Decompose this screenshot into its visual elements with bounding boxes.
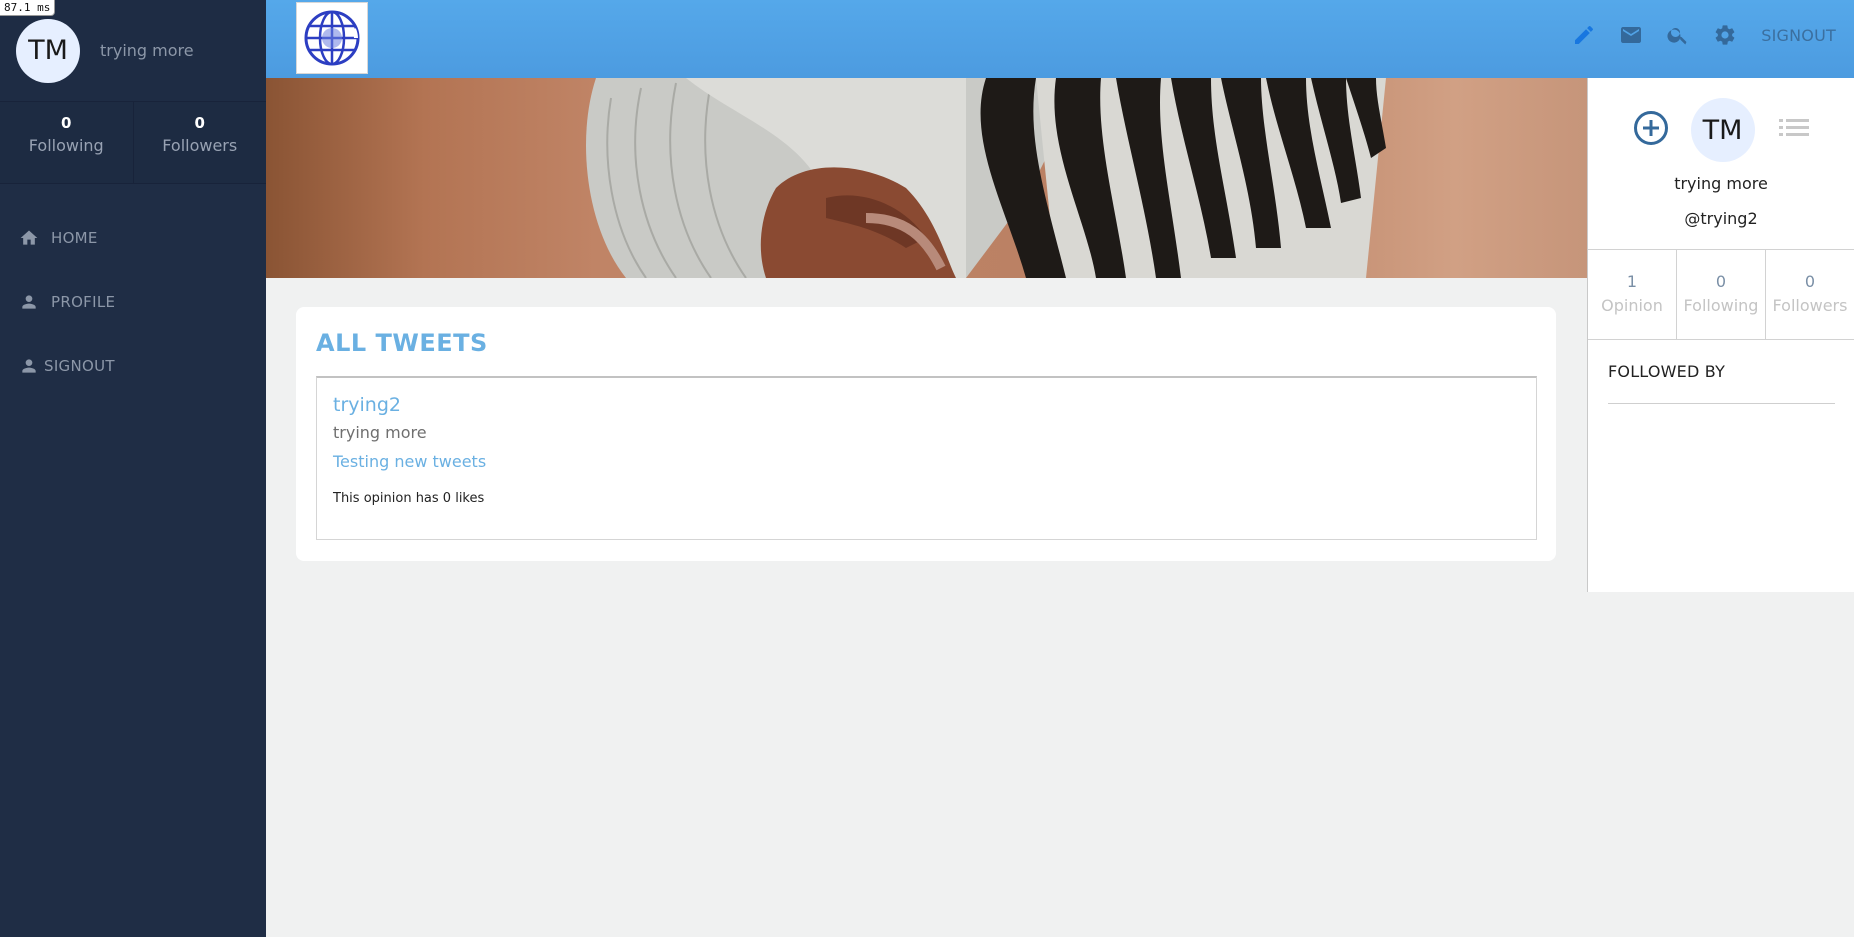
topbar-signout-link[interactable]: SIGNOUT bbox=[1761, 26, 1836, 45]
sidebar-stats: 0 Following 0 Followers bbox=[0, 102, 266, 184]
stat-following[interactable]: 0 Following bbox=[1677, 250, 1766, 339]
stat-value: 0 bbox=[1715, 272, 1727, 291]
stat-value: 0 bbox=[1804, 272, 1816, 291]
followed-by-title: FOLLOWED BY bbox=[1608, 362, 1726, 381]
home-icon bbox=[20, 230, 38, 245]
stat-opinion[interactable]: 1 Opinion bbox=[1588, 250, 1677, 339]
add-circle-icon[interactable] bbox=[1633, 110, 1669, 150]
tweet-likes-count: This opinion has 0 likes bbox=[333, 491, 485, 506]
gear-icon[interactable] bbox=[1713, 23, 1737, 47]
stat-label: Opinion bbox=[1601, 296, 1663, 315]
stat-value: 0 bbox=[194, 114, 205, 132]
section-title: ALL TWEETS bbox=[316, 329, 488, 357]
top-bar: SIGNOUT bbox=[266, 0, 1854, 78]
avatar[interactable]: TM bbox=[1690, 98, 1755, 162]
stat-label: Followers bbox=[162, 136, 238, 155]
stat-label: Following bbox=[1683, 296, 1759, 315]
left-sidebar: TM trying more 0 Following 0 Followers H… bbox=[0, 0, 266, 937]
right-profile-panel: TM trying more @trying2 1 Opinion 0 Foll… bbox=[1587, 78, 1854, 592]
sidebar-stat-following[interactable]: 0 Following bbox=[0, 102, 134, 183]
sidebar-item-label: PROFILE bbox=[51, 293, 116, 311]
sidebar-user-name: trying more bbox=[100, 41, 194, 60]
stat-label: Following bbox=[28, 136, 104, 155]
tweet-display-name: trying more bbox=[333, 423, 427, 442]
search-icon[interactable] bbox=[1666, 23, 1690, 47]
sidebar-item-home[interactable]: HOME bbox=[0, 206, 266, 270]
sidebar-item-label: SIGNOUT bbox=[44, 357, 115, 375]
profile-stats: 1 Opinion 0 Following 0 Followers bbox=[1588, 250, 1854, 340]
profile-actions: TM bbox=[1588, 98, 1854, 162]
avatar[interactable]: TM bbox=[16, 18, 80, 83]
sidebar-nav: HOME PROFILE SIGNOUT bbox=[0, 184, 266, 398]
stat-value: 0 bbox=[61, 114, 72, 132]
profile-display-name: trying more bbox=[1674, 174, 1768, 193]
top-actions: SIGNOUT bbox=[1549, 23, 1836, 47]
stat-followers[interactable]: 0 Followers bbox=[1766, 250, 1854, 339]
sidebar-stat-followers[interactable]: 0 Followers bbox=[134, 102, 267, 183]
sidebar-item-label: HOME bbox=[51, 229, 98, 247]
mail-icon[interactable] bbox=[1619, 23, 1643, 47]
tweet-item[interactable]: trying2 trying more Testing new tweets T… bbox=[316, 376, 1537, 540]
app-logo[interactable] bbox=[296, 2, 368, 74]
render-time-badge: 87.1 ms bbox=[0, 0, 56, 16]
tweet-username[interactable]: trying2 bbox=[333, 394, 401, 416]
stat-value: 1 bbox=[1626, 272, 1638, 291]
profile-banner-image bbox=[266, 78, 1587, 278]
sidebar-item-profile[interactable]: PROFILE bbox=[0, 270, 266, 334]
globe-logo-icon bbox=[304, 10, 360, 66]
sidebar-item-signout[interactable]: SIGNOUT bbox=[0, 334, 266, 398]
banner-illustration bbox=[586, 78, 1386, 278]
profile-handle: @trying2 bbox=[1684, 209, 1758, 228]
profile-summary: TM trying more @trying2 bbox=[1588, 78, 1854, 250]
tweets-card: ALL TWEETS trying2 trying more Testing n… bbox=[296, 307, 1556, 561]
pencil-icon[interactable] bbox=[1572, 23, 1596, 47]
person-icon bbox=[22, 359, 36, 373]
person-icon bbox=[22, 295, 36, 309]
stat-label: Followers bbox=[1772, 296, 1848, 315]
list-icon[interactable] bbox=[1777, 111, 1811, 149]
divider bbox=[1608, 403, 1835, 404]
tweet-text[interactable]: Testing new tweets bbox=[333, 452, 486, 471]
